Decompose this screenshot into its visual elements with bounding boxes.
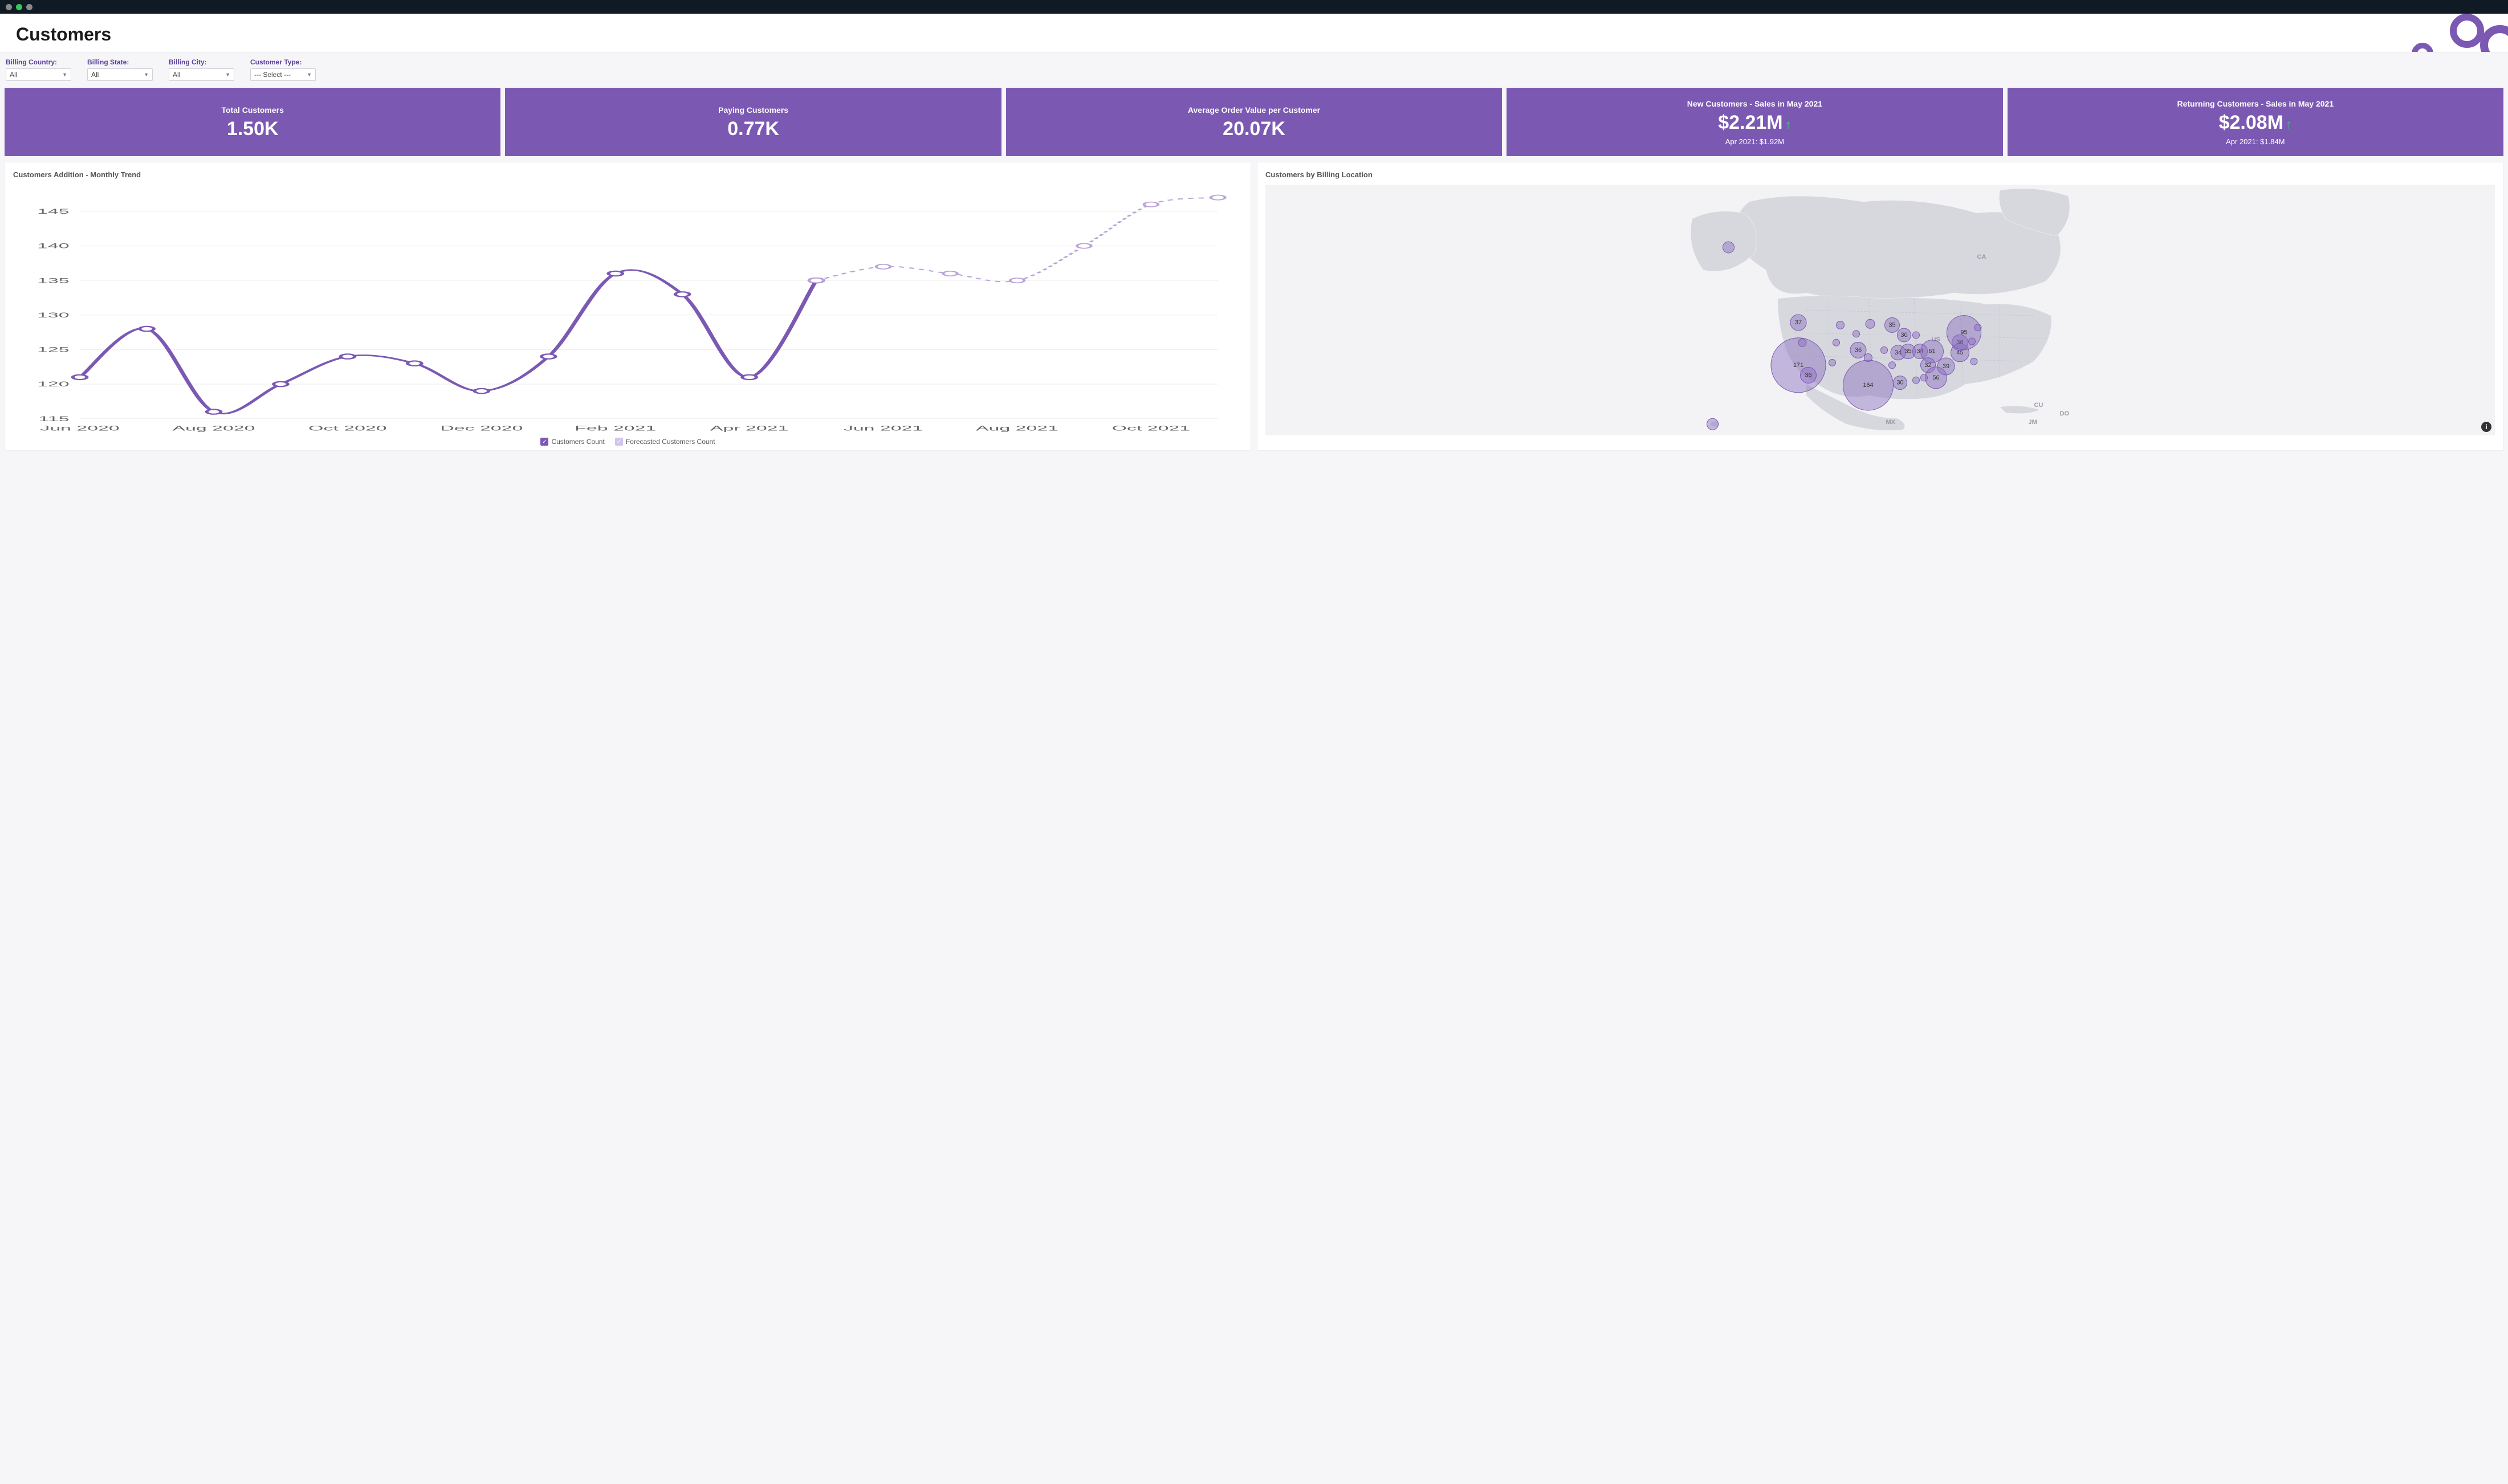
svg-text:32: 32 xyxy=(1924,362,1931,369)
traffic-minimize-icon[interactable] xyxy=(16,4,22,10)
kpi-label: New Customers - Sales in May 2021 xyxy=(1512,99,1997,108)
kpi-value: 0.77K xyxy=(511,118,995,140)
filter-select[interactable]: All ▼ xyxy=(6,68,71,81)
svg-text:95: 95 xyxy=(1960,329,1967,336)
kpi-card-2: Average Order Value per Customer 20.07K xyxy=(1006,88,1502,156)
svg-text:30: 30 xyxy=(1896,380,1903,386)
filter-2: Billing City: All ▼ xyxy=(169,58,234,81)
page-title: Customers xyxy=(16,24,2492,45)
legend-label: Customers Count xyxy=(551,438,604,446)
kpi-card-0: Total Customers 1.50K xyxy=(5,88,500,156)
filter-1: Billing State: All ▼ xyxy=(87,58,153,81)
panel-by-location: Customers by Billing Location CAUSMXCUDO… xyxy=(1257,162,2503,451)
map-info-icon[interactable]: i xyxy=(2481,422,2491,432)
legend-checkbox-icon: ✓ xyxy=(540,438,548,446)
svg-text:Jun 2020: Jun 2020 xyxy=(40,425,119,433)
svg-text:135: 135 xyxy=(37,277,70,284)
panel-title-by-location: Customers by Billing Location xyxy=(1265,170,2495,179)
svg-text:Aug 2021: Aug 2021 xyxy=(976,425,1058,433)
svg-text:36: 36 xyxy=(1855,346,1862,353)
svg-text:61: 61 xyxy=(1928,348,1935,355)
svg-text:CA: CA xyxy=(1977,254,1986,260)
panel-title-monthly-trend: Customers Addition - Monthly Trend xyxy=(13,170,1243,179)
chevron-down-icon: ▼ xyxy=(307,72,312,78)
svg-text:39: 39 xyxy=(1943,363,1949,370)
svg-text:Aug 2020: Aug 2020 xyxy=(172,425,255,433)
window-titlebar xyxy=(0,0,2508,14)
kpi-sub: Apr 2021: $1.92M xyxy=(1512,137,1997,146)
map-chart[interactable]: CAUSMXCUDOJM1711643736353630343534613032… xyxy=(1265,185,2495,435)
kpi-card-3: New Customers - Sales in May 2021 $2.21M… xyxy=(1507,88,2002,156)
chevron-down-icon: ▼ xyxy=(62,72,67,78)
kpi-value: 20.07K xyxy=(1012,118,1496,140)
svg-text:Oct 2021: Oct 2021 xyxy=(1112,425,1190,433)
line-chart-legend: ✓Customers Count✓Forecasted Customers Co… xyxy=(13,435,1243,446)
chevron-down-icon: ▼ xyxy=(225,72,230,78)
svg-text:30: 30 xyxy=(1900,332,1907,339)
filter-value: All xyxy=(10,71,17,79)
svg-text:Feb 2021: Feb 2021 xyxy=(575,425,656,433)
panel-monthly-trend: Customers Addition - Monthly Trend 115 12… xyxy=(5,162,1251,451)
kpi-value: 1.50K xyxy=(10,118,495,140)
page-header: Customers xyxy=(0,14,2508,52)
kpi-card-4: Returning Customers - Sales in May 2021 … xyxy=(2008,88,2503,156)
filter-label: Billing Country: xyxy=(6,58,71,66)
svg-text:35: 35 xyxy=(1904,348,1911,355)
svg-text:35: 35 xyxy=(1888,321,1895,328)
kpi-value: $2.08M↑ xyxy=(2013,112,2498,134)
svg-text:120: 120 xyxy=(37,381,70,388)
svg-text:JM: JM xyxy=(2029,419,2037,426)
svg-text:Apr 2021: Apr 2021 xyxy=(710,425,788,433)
svg-text:145: 145 xyxy=(37,208,70,215)
trend-up-icon: ↑ xyxy=(2286,117,2292,132)
kpi-label: Returning Customers - Sales in May 2021 xyxy=(2013,99,2498,108)
filter-label: Billing State: xyxy=(87,58,153,66)
svg-text:125: 125 xyxy=(37,346,70,354)
svg-text:115: 115 xyxy=(39,415,70,423)
kpi-card-1: Paying Customers 0.77K xyxy=(505,88,1001,156)
kpi-sub: Apr 2021: $1.84M xyxy=(2013,137,2498,146)
legend-item[interactable]: ✓Forecasted Customers Count xyxy=(615,438,715,446)
svg-text:140: 140 xyxy=(37,243,70,250)
svg-text:MX: MX xyxy=(1886,419,1896,426)
legend-item[interactable]: ✓Customers Count xyxy=(540,438,604,446)
filter-value: All xyxy=(91,71,99,79)
kpi-label: Average Order Value per Customer xyxy=(1012,105,1496,115)
svg-text:56: 56 xyxy=(1932,374,1939,381)
filter-select[interactable]: --- Select --- ▼ xyxy=(250,68,316,81)
filter-0: Billing Country: All ▼ xyxy=(6,58,71,81)
svg-text:164: 164 xyxy=(1863,382,1873,389)
line-chart[interactable]: 115 120 125 130 135 140 145 Jun 2020 Aug 2020 Oct… xyxy=(13,185,1243,435)
filter-label: Customer Type: xyxy=(250,58,316,66)
kpi-label: Total Customers xyxy=(10,105,495,115)
filter-bar: Billing Country: All ▼ Billing State: Al… xyxy=(0,52,2508,88)
trend-up-icon: ↑ xyxy=(1785,117,1792,132)
kpi-value: $2.21M↑ xyxy=(1512,112,1997,134)
legend-label: Forecasted Customers Count xyxy=(626,438,715,446)
filter-select[interactable]: All ▼ xyxy=(87,68,153,81)
filter-3: Customer Type: --- Select --- ▼ xyxy=(250,58,316,81)
svg-text:37: 37 xyxy=(1795,319,1802,326)
svg-text:171: 171 xyxy=(1793,362,1803,369)
traffic-close-icon[interactable] xyxy=(6,4,12,10)
filter-value: All xyxy=(173,71,180,79)
svg-text:Jun 2021: Jun 2021 xyxy=(844,425,923,433)
svg-text:130: 130 xyxy=(37,312,70,319)
filter-select[interactable]: All ▼ xyxy=(169,68,234,81)
svg-text:36: 36 xyxy=(1805,372,1811,378)
svg-text:CU: CU xyxy=(2034,402,2043,409)
traffic-zoom-icon[interactable] xyxy=(26,4,32,10)
svg-text:Dec 2020: Dec 2020 xyxy=(440,425,523,433)
kpi-row: Total Customers 1.50K Paying Customers 0… xyxy=(0,88,2508,156)
filter-label: Billing City: xyxy=(169,58,234,66)
legend-checkbox-icon: ✓ xyxy=(615,438,623,446)
filter-value: --- Select --- xyxy=(254,71,291,79)
chevron-down-icon: ▼ xyxy=(144,72,149,78)
svg-text:DO: DO xyxy=(2060,410,2070,417)
svg-text:Oct 2020: Oct 2020 xyxy=(308,425,386,433)
kpi-label: Paying Customers xyxy=(511,105,995,115)
